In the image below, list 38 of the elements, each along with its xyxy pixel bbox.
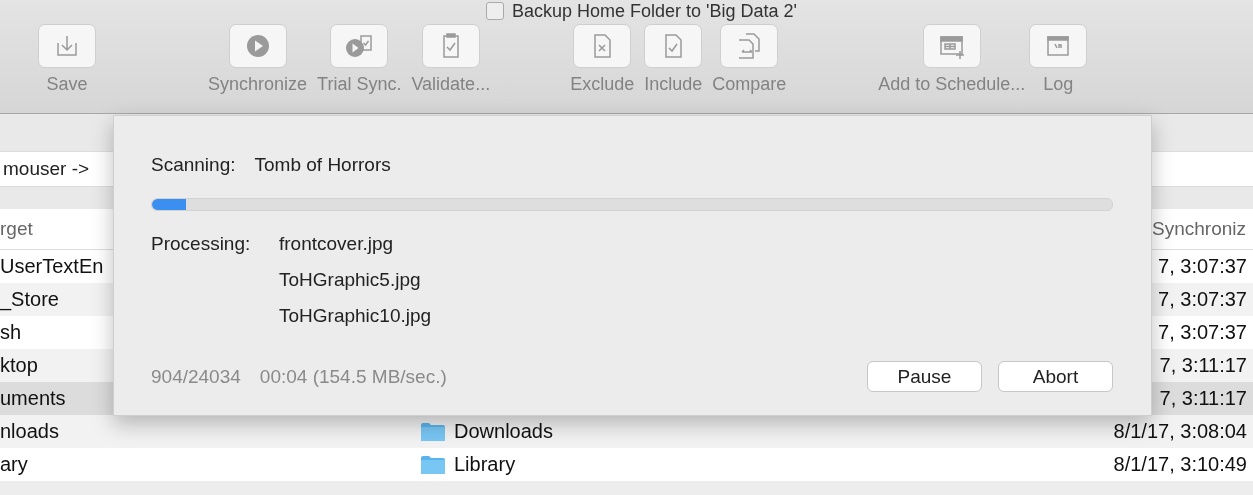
table-cell: Library	[454, 453, 516, 476]
window-title: Backup Home Folder to 'Big Data 2'	[512, 1, 797, 21]
table-row[interactable]: nloads Downloads 8/1/17, 3:08:04	[0, 415, 1253, 448]
file-name: ToHGraphic10.jpg	[279, 305, 432, 327]
dialog-button[interactable]: Abort	[998, 361, 1113, 392]
table-cell: 7, 3:07:37	[1158, 288, 1247, 310]
table-cell: UserTextEn	[0, 255, 104, 277]
toolbar-button[interactable]: Synchronize	[208, 24, 308, 95]
table-cell: sh	[0, 321, 22, 343]
table-cell: nloads	[0, 420, 59, 442]
table-cell: 8/1/17, 3:10:49	[1113, 453, 1247, 475]
toolbar-button[interactable]: Trial Sync.	[317, 24, 402, 95]
path-text: mouser ->	[3, 158, 90, 180]
table-cell: 7, 3:11:17	[1159, 354, 1247, 376]
scanning-value: Tomb of Horrors	[254, 154, 391, 176]
table-cell: ary	[0, 453, 28, 475]
dialog-button[interactable]: Pause	[867, 361, 982, 392]
column-header[interactable]: Synchroniz	[1152, 218, 1246, 240]
file-name: ToHGraphic5.jpg	[279, 269, 422, 291]
table-cell: 7, 3:07:37	[1158, 255, 1247, 277]
toolbar-button[interactable]: Add to Schedule...	[878, 24, 1026, 95]
table-cell: _Store	[0, 288, 59, 310]
processing-label: Processing:	[151, 233, 252, 256]
file-name: frontcover.jpg	[279, 233, 395, 255]
scanning-label: Scanning:	[151, 154, 236, 176]
folder-icon	[420, 454, 446, 475]
table-cell: uments	[0, 387, 66, 409]
table-cell: 7, 3:07:37	[1158, 321, 1247, 343]
table-cell: ktop	[0, 354, 38, 376]
elapsed-rate: 00:04 (154.5 MB/sec.)	[259, 365, 447, 388]
column-header[interactable]: rget	[0, 218, 33, 239]
toolbar-button[interactable]: Validate...	[411, 24, 491, 95]
table-cell: 7, 3:11:17	[1159, 387, 1247, 409]
toolbar-button[interactable]: Compare	[712, 24, 787, 95]
item-count: 904/24034	[151, 365, 241, 388]
table-cell: 8/1/17, 3:08:04	[1113, 420, 1247, 442]
table-cell: Downloads	[454, 420, 553, 443]
folder-icon	[420, 421, 446, 442]
